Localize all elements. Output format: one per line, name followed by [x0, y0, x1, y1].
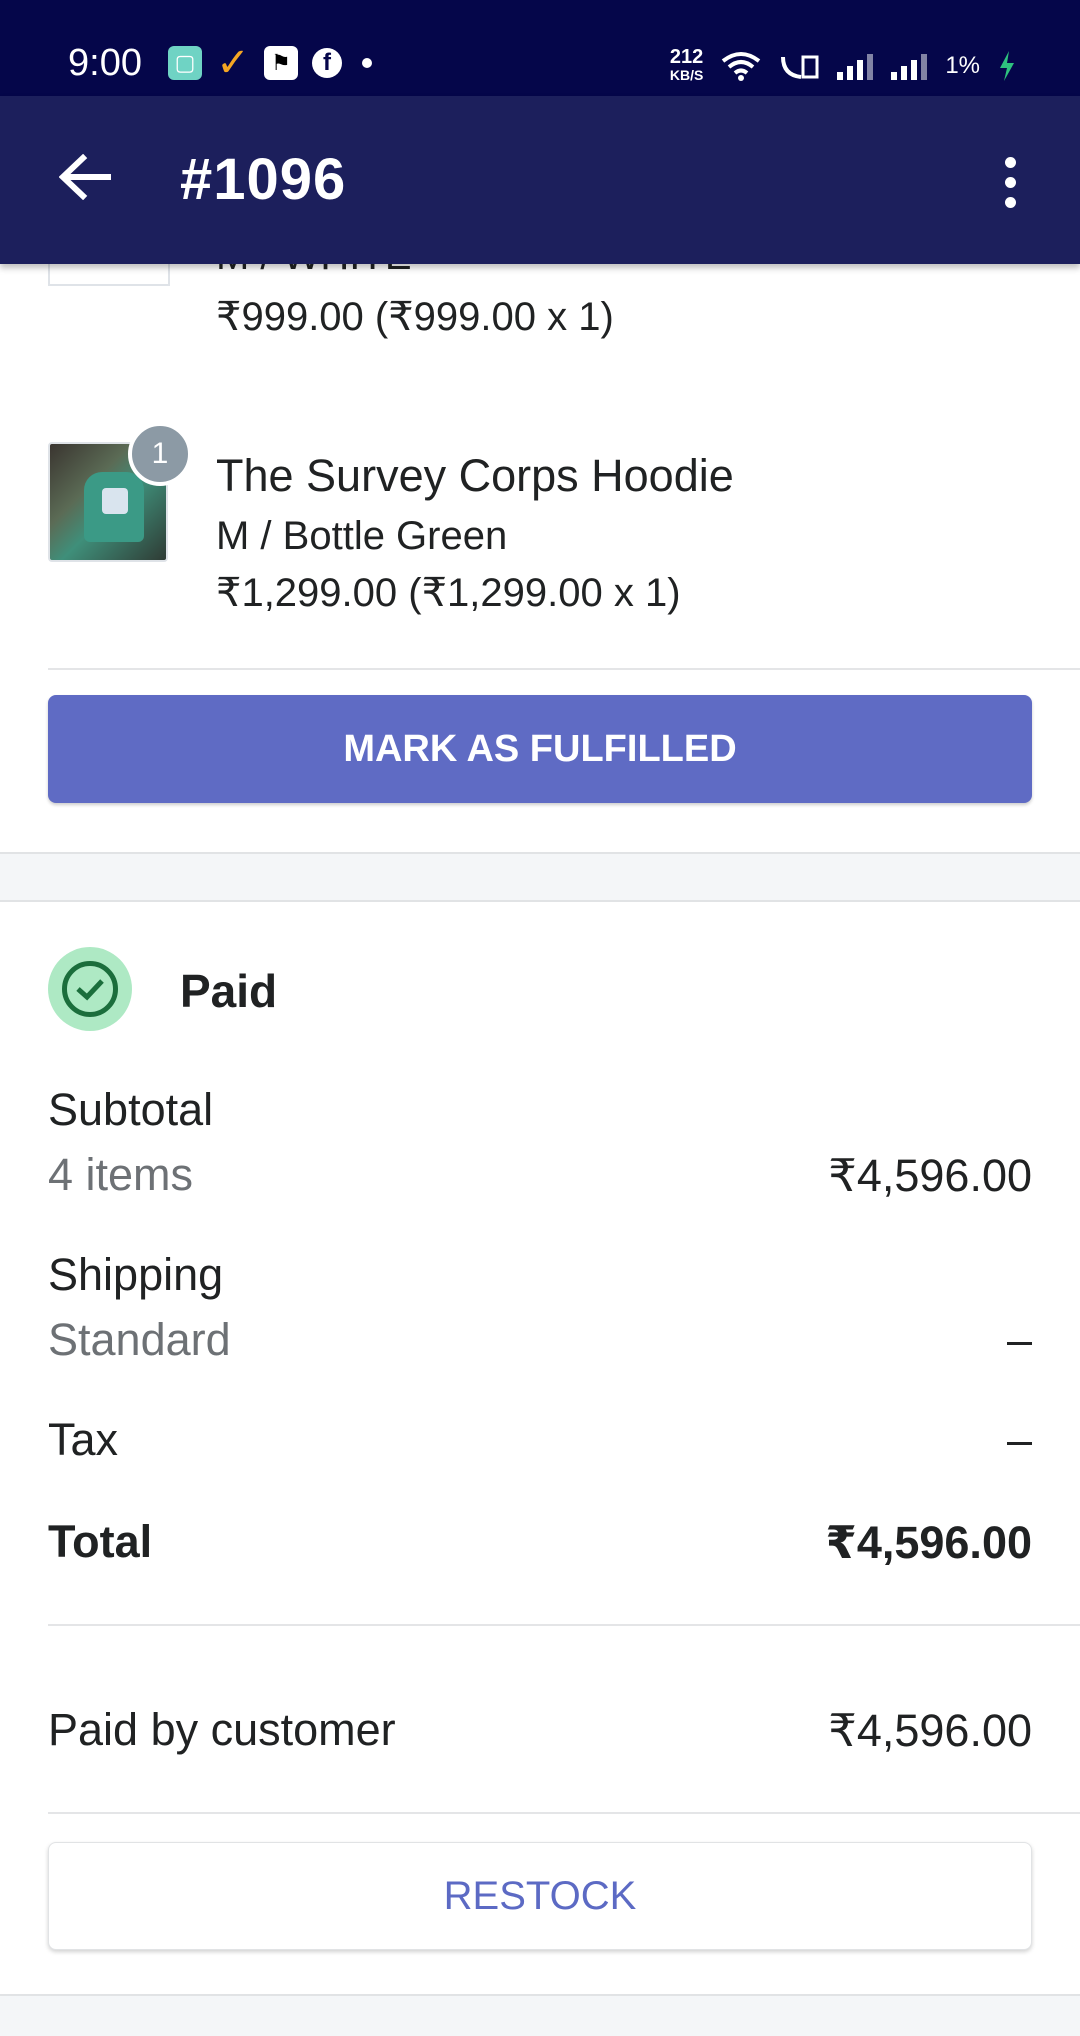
more-vertical-dot	[1004, 176, 1016, 188]
status-bar: 9:00 ▢ ✓ ⚑ f 212 KB/S 1%	[0, 0, 1080, 96]
back-button[interactable]	[50, 142, 120, 212]
signal-icon-2	[891, 52, 928, 80]
shipping-value: –	[1006, 1314, 1032, 1365]
status-time: 9:00	[68, 42, 142, 84]
mark-as-fulfilled-button[interactable]: MARK AS FULFILLED	[48, 695, 1032, 803]
more-vertical-dot	[1004, 196, 1016, 208]
arrow-left-icon	[59, 154, 111, 200]
item-title: The Survey Corps Hoodie	[216, 450, 734, 501]
subtotal-items: 4 items	[48, 1149, 194, 1200]
item-price: ₹1,299.00 (₹1,299.00 x 1)	[216, 571, 681, 615]
system-icons: 212 KB/S 1%	[669, 46, 1016, 84]
more-options-button[interactable]	[980, 142, 1040, 222]
total-label: Total	[48, 1516, 153, 1567]
more-vertical-icon	[1004, 156, 1016, 168]
divider	[48, 668, 1080, 670]
network-speed-unit: KB/S	[669, 67, 704, 83]
check-app-icon: ✓	[216, 41, 250, 85]
wifi-icon	[722, 52, 761, 81]
check-circle-icon	[62, 961, 118, 1017]
flag-app-icon: ⚑	[264, 46, 298, 80]
network-speed: 212 KB/S	[669, 46, 704, 84]
subtotal-value: ₹4,596.00	[828, 1150, 1032, 1201]
shipping-label: Shipping	[48, 1249, 224, 1300]
total-value: ₹4,596.00	[825, 1517, 1032, 1568]
section-separator	[0, 852, 1080, 902]
paid-by-customer-label: Paid by customer	[48, 1704, 396, 1755]
restock-button[interactable]: RESTOCK	[48, 1842, 1032, 1950]
charging-icon	[1000, 51, 1014, 81]
subtotal-label: Subtotal	[48, 1084, 214, 1135]
order-title: #1096	[180, 147, 347, 212]
item-price: ₹999.00 (₹999.00 x 1)	[216, 295, 614, 339]
network-speed-value: 212	[669, 46, 704, 68]
tax-value: –	[1006, 1414, 1032, 1465]
paid-by-customer-value: ₹4,596.00	[828, 1705, 1032, 1756]
check-icon	[76, 979, 104, 1001]
shipping-method: Standard	[48, 1314, 231, 1365]
item-variant: M / Bottle Green	[216, 514, 508, 558]
order-content: M / WHITE ₹999.00 (₹999.00 x 1) 1 The Su…	[0, 224, 1080, 2036]
facebook-icon: f	[312, 48, 342, 78]
line-item[interactable]: M / WHITE ₹999.00 (₹999.00 x 1)	[0, 224, 1080, 376]
payment-status: Paid	[180, 965, 278, 1017]
volte-icon	[781, 55, 819, 79]
notification-icons: ▢ ✓ ⚑ f	[168, 41, 372, 85]
dot-icon	[362, 58, 372, 68]
paid-status-icon	[48, 947, 132, 1031]
divider	[48, 1624, 1080, 1626]
app-bar: #1096	[0, 96, 1080, 264]
divider	[48, 1812, 1080, 1814]
emblem-image	[102, 488, 128, 514]
tax-label: Tax	[48, 1414, 119, 1465]
battery-percent: 1%	[945, 52, 980, 79]
message-app-icon: ▢	[168, 46, 202, 80]
signal-icon	[837, 52, 874, 80]
quantity-badge: 1	[128, 422, 192, 486]
